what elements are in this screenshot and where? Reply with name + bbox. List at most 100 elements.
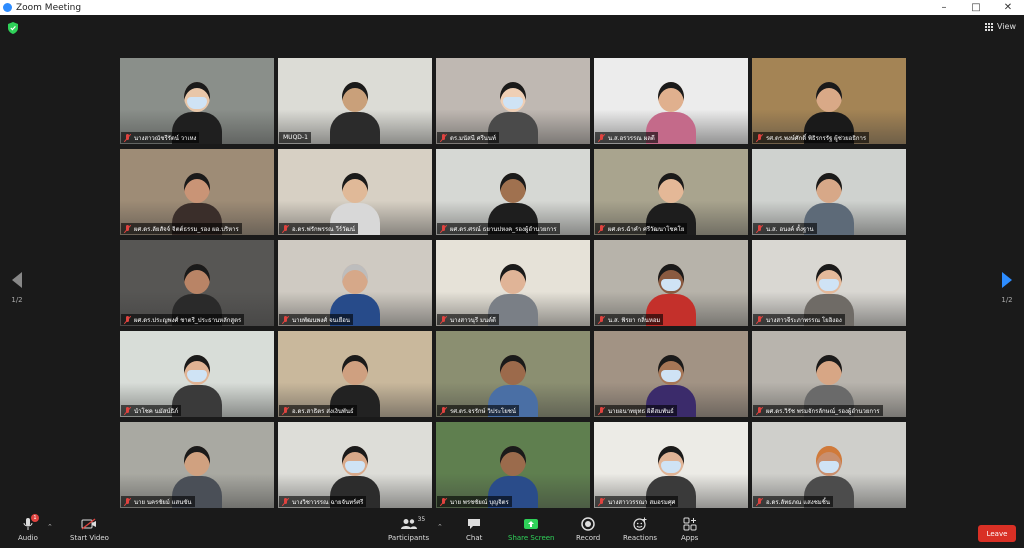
participant-tile[interactable]: นาย นครชัยม์ แสนขัน [120, 422, 274, 508]
participant-name-bar: นายอนาทยุทธ ผิดีสมพันธ์ [595, 405, 677, 416]
participant-name: นางสาวจีระภาพรรณ โยอิงอง [766, 316, 842, 324]
window-controls: – □ ✕ [928, 0, 1024, 15]
mic-muted-icon [124, 315, 131, 324]
participant-name-bar: น.ส. อนงค์ ตั้งฐาน [753, 223, 817, 234]
participant-name-bar: ผศ.ดร.ฉำคำ ศรีวัฒนาโชคโย [595, 223, 688, 234]
leave-button[interactable]: Leave [978, 525, 1016, 542]
window-title: Zoom Meeting [16, 2, 82, 13]
participant-tile[interactable]: อ.ดร.ลัทธภณ แสงชมชิ้น [752, 422, 906, 508]
title-bar: Zoom Meeting – □ ✕ [0, 0, 1024, 15]
audio-button[interactable]: 1 Audio [18, 514, 39, 542]
record-button[interactable]: Record [576, 517, 600, 542]
participant-tile[interactable]: ดร.มนัสนี ศรีนนท์ [436, 58, 590, 144]
mic-muted-icon [598, 406, 605, 415]
participant-tile[interactable]: รศ.ดร.จรรักษ์ วิประโยชน์ [436, 331, 590, 417]
participant-name-bar: นาย นครชัยม์ แสนขัน [121, 496, 195, 507]
participant-tile[interactable]: รศ.ดร.พงษ์ศักดิ์ พิธิรกรรัฐ ผู้ช่วยอธิกา… [752, 58, 906, 144]
page-indicator-left: 1/2 [11, 296, 23, 304]
participant-tile[interactable]: นายอนาทยุทธ ผิดีสมพันธ์ [594, 331, 748, 417]
participant-name: อ.ดร.ฟรักพรรณ วีร์วัฒน์ [292, 225, 355, 233]
participants-options-caret[interactable]: ⌃ [437, 523, 443, 531]
participant-tile[interactable]: ผศ.ดร.ประญพงศ์ ชาตรี_ประธานหลักสูตร [120, 240, 274, 326]
participant-tile[interactable]: นางสาวนุรี มนต์ดี [436, 240, 590, 326]
participant-name-bar: นางสาวจีระภาพรรณ โยอิงอง [753, 314, 845, 325]
maximize-button[interactable]: □ [960, 0, 992, 15]
participant-name-bar: ดร.มนัสนี ศรีนนท์ [437, 132, 499, 143]
participant-name-bar: น.ส.อรวรรณ ผลดี [595, 132, 658, 143]
participant-name: ผศ.ดร.ศรณ์ ธยานปหงค_รองผู้อำนวยการ [450, 225, 557, 233]
participant-tile[interactable]: ผศ.ดร.ศรณ์ ธยานปหงค_รองผู้อำนวยการ [436, 149, 590, 235]
participants-count: 35 [417, 516, 426, 523]
participant-tile[interactable]: น.ส. อนงค์ ตั้งฐาน [752, 149, 906, 235]
view-button[interactable]: View [985, 22, 1016, 31]
participant-tile[interactable]: ผศ.ดร.วิรัช พรมจักรลักษณ์_รองผู้อำนวยการ [752, 331, 906, 417]
participant-name: นายอนาทยุทธ ผิดีสมพันธ์ [608, 407, 674, 415]
participant-tile[interactable]: MUQD-1 [278, 58, 432, 144]
participant-name: นาย พรชชัยณ์ บุญจิตร [450, 498, 509, 506]
participant-name-bar: อ.ดร.สาธิตร ส่งเงินพันธ์ [279, 405, 357, 416]
arrow-right-icon [1002, 272, 1012, 288]
mic-muted-icon [124, 406, 131, 415]
mic-muted-icon [756, 133, 763, 142]
gallery-grid: นางสาวณัชรีรัตน์ วาเหง MUQD-1 ดร.มนัสนี ศร… [120, 58, 906, 508]
view-label: View [997, 22, 1016, 31]
close-button[interactable]: ✕ [992, 0, 1024, 15]
smiley-plus-icon [632, 517, 648, 531]
participants-button[interactable]: 35 Participants [388, 516, 429, 542]
participant-tile[interactable]: นางสาววรรณา สมอรมศุศ [594, 422, 748, 508]
minimize-button[interactable]: – [928, 0, 960, 15]
participant-tile[interactable]: อ.ดร.ฟรักพรรณ วีร์วัฒน์ [278, 149, 432, 235]
share-screen-icon [523, 517, 539, 531]
participant-tile[interactable]: น.ส.อรวรรณ ผลดี [594, 58, 748, 144]
apps-button[interactable]: Apps [681, 517, 698, 542]
shield-check-icon[interactable] [8, 22, 18, 34]
participant-name: นายพัฒนพงศ์ จนเยือน [292, 316, 350, 324]
participant-tile[interactable]: ผศ.ดร.ลัยสัจจ์ จิตต์ธรรม_รอง ผอ.บริหาร [120, 149, 274, 235]
chat-bubble-icon [466, 517, 482, 531]
participant-name-bar: ผศ.ดร.ประญพงศ์ ชาตรี_ประธานหลักสูตร [121, 314, 245, 325]
participant-tile[interactable]: นางสาวจีระภาพรรณ โยอิงอง [752, 240, 906, 326]
reactions-button[interactable]: Reactions [623, 517, 657, 542]
mic-muted-icon [440, 315, 447, 324]
participant-tile[interactable]: ผศ.ดร.ฉำคำ ศรีวัฒนาโชคโย [594, 149, 748, 235]
mic-muted-icon [598, 315, 605, 324]
people-icon: 35 [400, 516, 425, 531]
participant-name-bar: นางวิชาวรรณ ฉายจันทร์ศรี [279, 496, 367, 507]
mic-muted-icon [598, 497, 605, 506]
participant-tile[interactable]: นางสาวณัชรีรัตน์ วาเหง [120, 58, 274, 144]
participant-tile[interactable]: น.ส. พิรยา กลิ่นหอม [594, 240, 748, 326]
participant-name: ผศ.ดร.ลัยสัจจ์ จิตต์ธรรม_รอง ผอ.บริหาร [134, 225, 239, 233]
participant-tile[interactable]: อ.ดร.สาธิตร ส่งเงินพันธ์ [278, 331, 432, 417]
video-off-icon [81, 517, 97, 531]
participant-name-bar: นำโชค นมัสน์ธิภ์ [121, 405, 182, 416]
mic-muted-icon [756, 497, 763, 506]
mic-muted-icon [598, 224, 605, 233]
mic-muted-icon [282, 224, 289, 233]
participant-name: อ.ดร.ลัทธภณ แสงชมชิ้น [766, 498, 830, 506]
participant-name: นางวิชาวรรณ ฉายจันทร์ศรี [292, 498, 364, 506]
mic-muted-icon [440, 406, 447, 415]
participant-tile[interactable]: นาย พรชชัยณ์ บุญจิตร [436, 422, 590, 508]
record-label: Record [576, 534, 601, 542]
audio-options-caret[interactable]: ⌃ [47, 523, 53, 531]
zoom-window: Zoom Meeting – □ ✕ View 1/2 1/2 นางสาวณั… [0, 0, 1024, 548]
chat-button[interactable]: Chat [466, 517, 482, 542]
apps-label: Apps [681, 534, 699, 542]
participant-tile[interactable]: นางวิชาวรรณ ฉายจันทร์ศรี [278, 422, 432, 508]
previous-page-button[interactable]: 1/2 [10, 272, 24, 304]
participant-name-bar: ผศ.ดร.ลัยสัจจ์ จิตต์ธรรม_รอง ผอ.บริหาร [121, 223, 242, 234]
participant-name: รศ.ดร.จรรักษ์ วิประโยชน์ [450, 407, 516, 415]
mic-muted-icon [124, 497, 131, 506]
mic-muted-icon [282, 315, 289, 324]
start-video-button[interactable]: Start Video [70, 517, 109, 542]
participant-name: น.ส. อนงค์ ตั้งฐาน [766, 225, 814, 233]
meeting-toolbar: 1 Audio ⌃ Start Video 35 Participants ⌃ … [0, 513, 1024, 548]
participant-name-bar: นางสาวณัชรีรัตน์ วาเหง [121, 132, 200, 143]
next-page-button[interactable]: 1/2 [1000, 272, 1014, 304]
mic-muted-icon [440, 133, 447, 142]
participant-tile[interactable]: นายพัฒนพงศ์ จนเยือน [278, 240, 432, 326]
mic-muted-icon [756, 224, 763, 233]
mic-muted-icon [598, 133, 605, 142]
participant-tile[interactable]: นำโชค นมัสน์ธิภ์ [120, 331, 274, 417]
share-screen-button[interactable]: Share Screen [508, 517, 555, 542]
